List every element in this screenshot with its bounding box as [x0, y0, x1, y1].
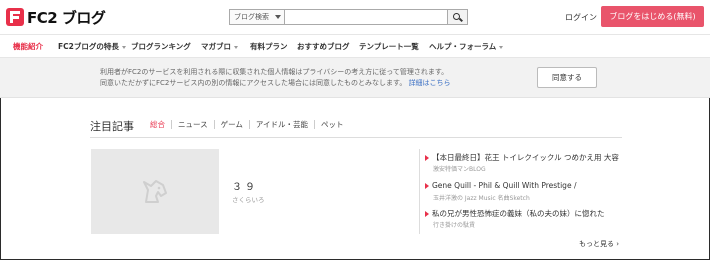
list-item-title: 私の兄が男性恐怖症の義妹（私の夫の妹）に惚れた [425, 208, 625, 219]
tab-general[interactable]: 総合 [150, 120, 171, 129]
triangle-right-icon [425, 155, 429, 161]
nav-item-label: マガブロ [201, 42, 231, 51]
divider [90, 137, 622, 138]
tab-idol-entertainment[interactable]: アイドル・芸能 [248, 120, 314, 129]
agree-button[interactable]: 同意する [537, 67, 597, 88]
search-type-label: ブログ検索 [234, 13, 269, 21]
search-button[interactable] [448, 9, 468, 25]
nav-item-label: 機能紹介 [13, 42, 43, 51]
nav-item-magablo[interactable]: マガブロ [201, 41, 238, 52]
featured-article-author[interactable]: さくらいろ [232, 194, 265, 204]
list-item-author: 行き掛けの駄賃 [433, 222, 476, 229]
nav-item-label: FC2ブログの特長 [58, 42, 119, 51]
unicorn-placeholder-icon [143, 180, 167, 203]
triangle-right-icon [425, 211, 429, 217]
tab-game[interactable]: ゲーム [213, 120, 249, 129]
notice-line-2-text: 同意いただかずにFC2サービス内の別の情報にアクセスした場合には同意したものとみ… [100, 79, 407, 87]
vertical-divider [419, 149, 420, 234]
nav-item-label: おすすめブログ [297, 42, 350, 51]
privacy-details-link[interactable]: 詳細はこちら [409, 79, 451, 87]
nav-item-fc2-blog-features[interactable]: FC2ブログの特長 [58, 41, 126, 52]
search-type-select[interactable]: ブログ検索 [229, 9, 284, 25]
nav-item-help-forum[interactable]: ヘルプ・フォーラム [429, 41, 504, 52]
list-item-author: 激安特価マンBLOG [433, 166, 486, 173]
featured-section-title: 注目記事 [90, 120, 134, 133]
logo-text: FC2 ブログ [27, 8, 106, 27]
nav-item-label: テンプレート一覧 [359, 42, 419, 51]
notice-line-1: 利用者がFC2のサービスを利用される際に収集された個人情報はプライバシーの考え方… [100, 68, 449, 76]
login-link[interactable]: ログイン [565, 12, 597, 23]
search-input[interactable] [284, 9, 448, 25]
fc2-logo-icon [6, 8, 24, 26]
list-item-title-text: 【本日最終日】花王 トイレクイックル つめかえ用 大容 [432, 153, 619, 162]
nav-item-label: 有料プラン [250, 42, 288, 51]
list-item-title: Gene Quill - Phil & Quill With Prestige … [425, 181, 625, 190]
chevron-down-icon [499, 45, 504, 49]
featured-tabs: 総合 ニュース ゲーム アイドル・芸能 ペット [150, 120, 350, 129]
tab-news[interactable]: ニュース [171, 120, 214, 129]
nav-item-label: ブログランキング [131, 42, 191, 51]
tab-pet[interactable]: ペット [314, 120, 350, 129]
nav-item-recommended[interactable]: おすすめブログ [297, 41, 350, 52]
nav-item-templates[interactable]: テンプレート一覧 [359, 41, 419, 52]
list-item-title: 【本日最終日】花王 トイレクイックル つめかえ用 大容 [425, 152, 625, 163]
chevron-down-icon [275, 15, 281, 19]
start-blog-button[interactable]: ブログをはじめる(無料) [601, 6, 704, 27]
search-bar: ブログ検索 [229, 9, 468, 25]
nav-item-features[interactable]: 機能紹介 [13, 41, 43, 52]
list-item-author: 玉井洋激の Jazz Music 名曲Sketch [433, 195, 530, 202]
search-icon-handle [459, 17, 463, 22]
featured-thumbnail[interactable] [91, 149, 219, 234]
notice-line-2: 同意いただかずにFC2サービス内の別の情報にアクセスした場合には同意したものとみ… [100, 78, 451, 89]
triangle-right-icon [425, 183, 429, 189]
privacy-notice: 利用者がFC2のサービスを利用される際に収集された個人情報はプライバシーの考え方… [0, 58, 710, 98]
privacy-notice-text: 利用者がFC2のサービスを利用される際に収集された個人情報はプライバシーの考え方… [100, 67, 451, 89]
nav-item-label: ヘルプ・フォーラム [429, 42, 497, 51]
chevron-down-icon [234, 45, 238, 49]
chevron-down-icon [121, 45, 126, 49]
list-item-title-text: Gene Quill - Phil & Quill With Prestige … [432, 181, 577, 190]
list-item-title-text: 私の兄が男性恐怖症の義妹（私の夫の妹）に惚れた [432, 209, 605, 218]
nav-item-paid-plan[interactable]: 有料プラン [250, 41, 288, 52]
nav-item-ranking[interactable]: ブログランキング [131, 41, 191, 52]
header: FC2 ブログ ブログ検索 ログイン ブログをはじめる(無料) [0, 0, 710, 34]
featured-article-title[interactable]: ３９ [232, 178, 258, 193]
fc2-blog-logo[interactable]: FC2 ブログ [6, 7, 106, 27]
main-nav: 機能紹介 FC2ブログの特長 ブログランキング マガブロ 有料プラン おすすめブ… [0, 34, 710, 58]
more-link[interactable]: もっと見る › [579, 239, 619, 249]
